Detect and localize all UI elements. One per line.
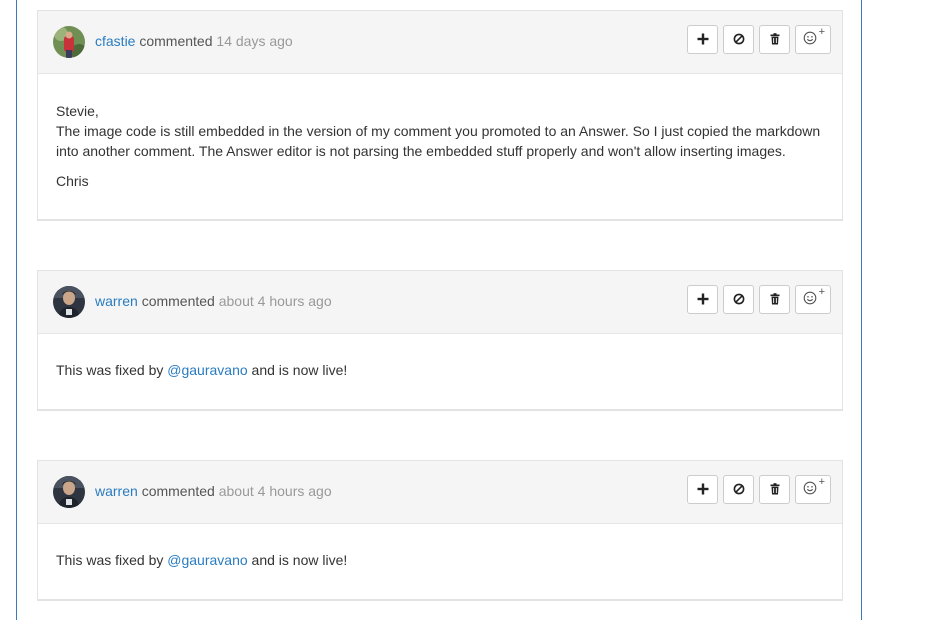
comment-text-before: This was fixed by xyxy=(56,362,168,378)
comment-actions: + xyxy=(687,25,831,54)
reaction-plus-label: + xyxy=(818,26,825,38)
comment-actions: + xyxy=(687,475,831,504)
user-mention-link[interactable]: @gauravano xyxy=(167,362,247,378)
add-reaction-button[interactable]: + xyxy=(795,475,831,504)
comment-meta: cfastie commented 14 days ago xyxy=(95,33,293,49)
author-link[interactable]: warren xyxy=(95,483,138,499)
avatar[interactable] xyxy=(53,26,85,58)
trash-icon xyxy=(770,482,780,498)
mark-spam-button[interactable] xyxy=(723,25,754,54)
trash-icon xyxy=(770,292,780,308)
promote-button[interactable] xyxy=(687,475,718,504)
comment-verb: commented xyxy=(141,483,215,499)
smiley-icon xyxy=(803,481,817,498)
comment-time[interactable]: about 4 hours ago xyxy=(219,293,332,309)
promote-button[interactable] xyxy=(687,285,718,314)
comment-verb: commented xyxy=(141,293,215,309)
comment-text-after: and is now live! xyxy=(247,552,348,568)
comment-verb: commented xyxy=(139,33,213,49)
plus-icon xyxy=(697,32,709,48)
comment-text: This was fixed by @gauravano and is now … xyxy=(56,360,824,380)
mark-spam-button[interactable] xyxy=(723,285,754,314)
promote-button[interactable] xyxy=(687,25,718,54)
author-link[interactable]: cfastie xyxy=(95,33,135,49)
comment-text-after: and is now live! xyxy=(247,362,348,378)
comment-body: Stevie, The image code is still embedded… xyxy=(38,74,842,191)
avatar[interactable] xyxy=(53,286,85,318)
add-reaction-button[interactable]: + xyxy=(795,25,831,54)
comment-text: This was fixed by @gauravano and is now … xyxy=(56,550,824,570)
plus-icon xyxy=(697,292,709,308)
comment-card: cfastie commented 14 days ago + Stevie, … xyxy=(37,10,843,221)
smiley-icon xyxy=(803,291,817,308)
comment-time[interactable]: 14 days ago xyxy=(216,33,292,49)
comment-body: This was fixed by @gauravano and is now … xyxy=(38,524,842,570)
reaction-plus-label: + xyxy=(818,286,825,298)
ban-icon xyxy=(733,32,745,48)
comment-header: warren commented about 4 hours ago + xyxy=(38,271,842,334)
comment-header: warren commented about 4 hours ago + xyxy=(38,461,842,524)
avatar[interactable] xyxy=(53,476,85,508)
comment-text: Chris xyxy=(56,173,89,189)
comment-text: Stevie, xyxy=(56,103,99,119)
mark-spam-button[interactable] xyxy=(723,475,754,504)
comment-text: The image code is still embedded in the … xyxy=(56,123,821,159)
delete-button[interactable] xyxy=(759,285,790,314)
add-reaction-button[interactable]: + xyxy=(795,285,831,314)
author-link[interactable]: warren xyxy=(95,293,138,309)
ban-icon xyxy=(733,482,745,498)
ban-icon xyxy=(733,292,745,308)
trash-icon xyxy=(770,32,780,48)
delete-button[interactable] xyxy=(759,475,790,504)
comment-actions: + xyxy=(687,285,831,314)
reaction-plus-label: + xyxy=(818,476,825,488)
smiley-icon xyxy=(803,31,817,48)
comment-card: warren commented about 4 hours ago + Thi… xyxy=(37,270,843,411)
comment-meta: warren commented about 4 hours ago xyxy=(95,293,332,309)
delete-button[interactable] xyxy=(759,25,790,54)
user-mention-link[interactable]: @gauravano xyxy=(167,552,247,568)
comment-text-before: This was fixed by xyxy=(56,552,168,568)
comment-meta: warren commented about 4 hours ago xyxy=(95,483,332,499)
comment-time[interactable]: about 4 hours ago xyxy=(219,483,332,499)
comment-body: This was fixed by @gauravano and is now … xyxy=(38,334,842,380)
comment-card: warren commented about 4 hours ago + Thi… xyxy=(37,460,843,601)
plus-icon xyxy=(697,482,709,498)
comment-header: cfastie commented 14 days ago + xyxy=(38,11,842,74)
